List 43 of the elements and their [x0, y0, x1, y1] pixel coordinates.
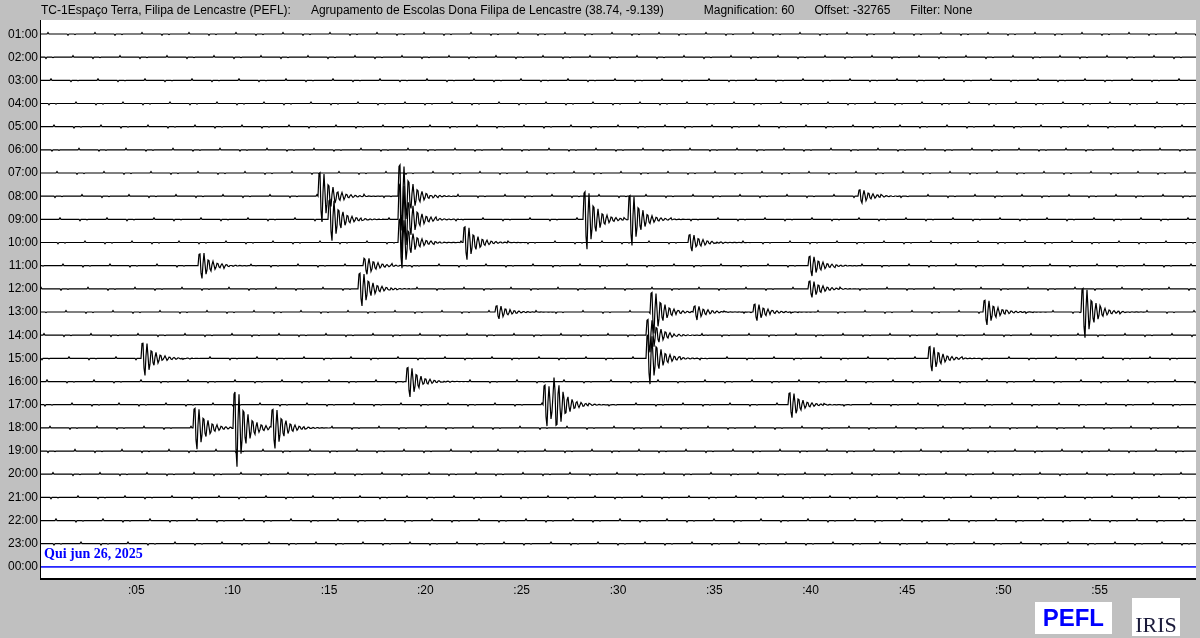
offset-label: Offset: -32765: [814, 3, 891, 17]
minute-tick-label: :55: [1091, 583, 1108, 597]
hour-label: 23:00: [6, 534, 39, 552]
minute-tick-label: :15: [320, 583, 338, 597]
hour-label: 07:00: [6, 164, 39, 182]
station-logo: PEFL: [1034, 602, 1112, 634]
station-title: TC-1Espaço Terra, Filipa de Lencastre (PEFL):: [41, 3, 291, 17]
hour-label: 15:00: [6, 349, 39, 367]
hour-label: 16:00: [6, 372, 39, 390]
hour-label: 03:00: [6, 71, 39, 89]
hour-label: 20:00: [6, 465, 39, 483]
hour-label: 05:00: [6, 118, 39, 136]
hour-label: 10:00: [6, 233, 39, 251]
minute-tick-label: :20: [416, 583, 434, 597]
minute-tick-label: :05: [128, 583, 145, 597]
filter-label: Filter: None: [910, 3, 973, 17]
hour-label: 04:00: [6, 94, 39, 112]
hour-label: 00:00: [6, 558, 39, 576]
minute-tick-label: :45: [898, 583, 916, 597]
hour-label: 12:00: [6, 280, 39, 298]
hour-label: 01:00: [6, 25, 39, 43]
hour-label: 02:00: [6, 48, 39, 66]
minute-tick-label: :25: [513, 583, 530, 597]
hour-label: 17:00: [6, 396, 39, 413]
hour-label: 08:00: [6, 187, 39, 205]
hour-label: 06:00: [6, 141, 39, 159]
hour-label: 11:00: [7, 257, 39, 275]
location-title: Agrupamento de Escolas Dona Filipa de Lencastre (38.74, -9.139): [310, 3, 664, 17]
hour-label: 13:00: [6, 303, 39, 321]
hour-label: 14:00: [6, 326, 39, 344]
hour-label: 18:00: [6, 419, 39, 437]
minute-tick-label: :40: [802, 583, 819, 597]
hour-label: 19:00: [6, 442, 39, 460]
minute-tick-label: :50: [994, 583, 1012, 597]
minute-tick-label: :35: [705, 583, 723, 597]
minute-tick-label: :10: [224, 583, 241, 597]
network-logo: IRIS: [1132, 598, 1180, 636]
hour-label: 21:00: [6, 488, 39, 506]
minute-tick-label: :30: [609, 583, 627, 597]
date-label: Qui jun 26, 2025: [44, 546, 143, 562]
magnification-label: Magnification: 60: [703, 3, 795, 17]
hour-label: 09:00: [6, 210, 39, 228]
hour-label: 22:00: [6, 511, 39, 529]
